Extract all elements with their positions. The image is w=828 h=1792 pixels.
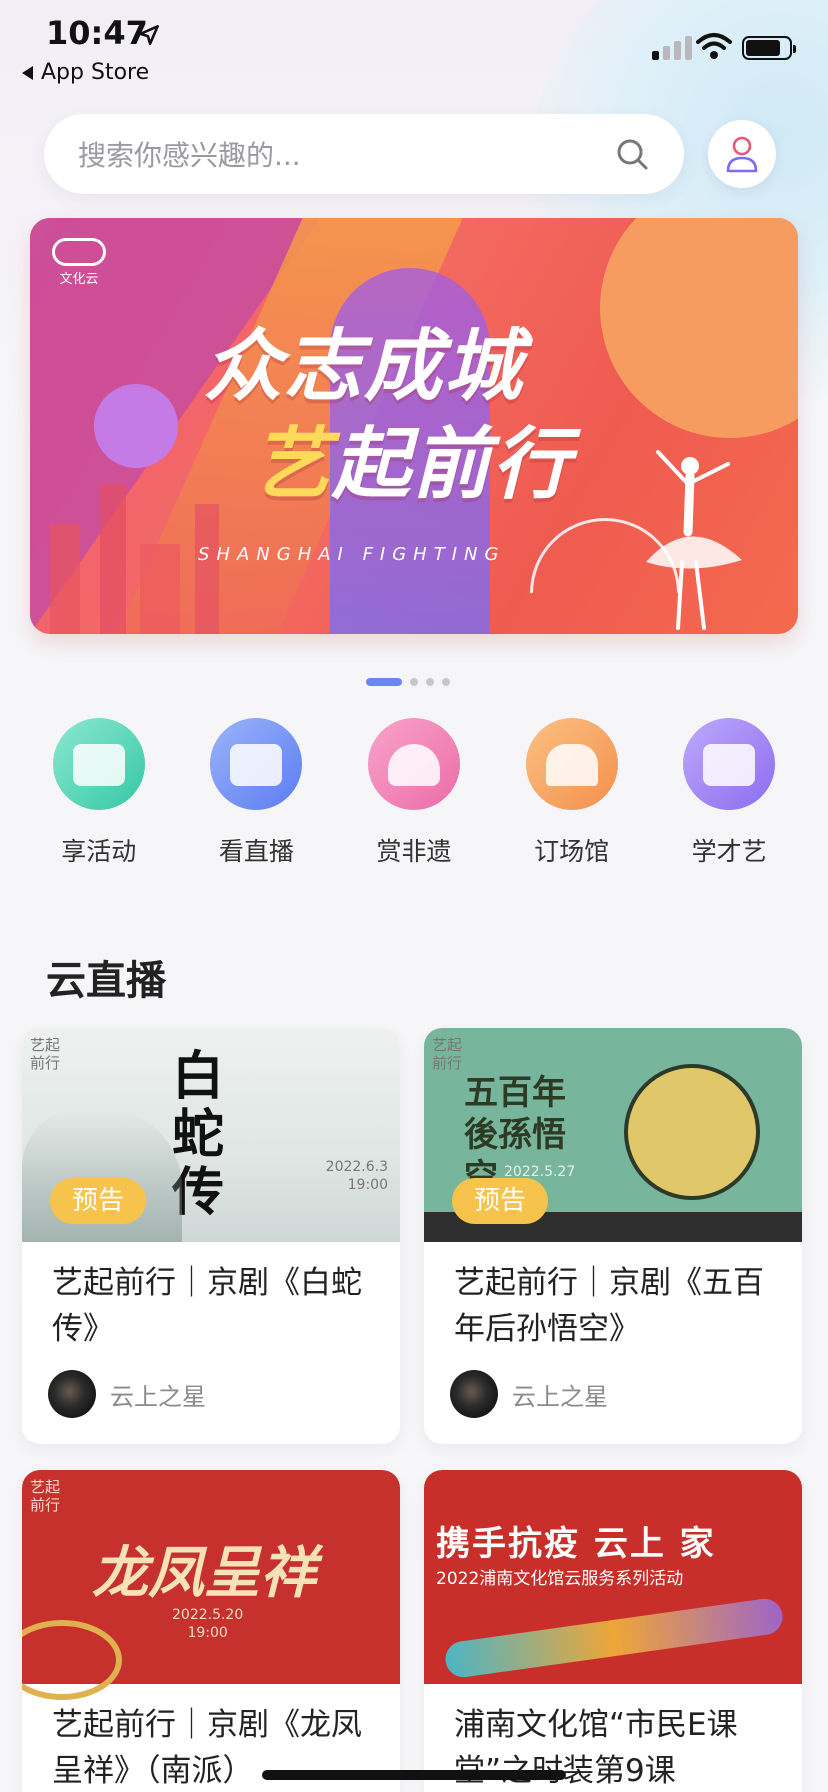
- status-badge: 预告: [50, 1178, 147, 1224]
- promo-banner[interactable]: 文化云 众志成城 艺起前行 SHANGHAI FIGHTING: [30, 218, 798, 634]
- ticket-icon: [52, 718, 145, 810]
- card-poster: 艺起前行 白蛇传 2022.6.3 19:00 预告: [22, 1028, 400, 1242]
- poster-date: 2022.5.20: [172, 1607, 244, 1623]
- entry-activities[interactable]: 享活动: [24, 718, 174, 868]
- status-bar: 10:47 App Store: [0, 0, 828, 92]
- profile-button[interactable]: [708, 120, 776, 188]
- card-author[interactable]: 云上之星: [22, 1352, 400, 1444]
- search-input[interactable]: 搜索你感兴趣的...: [78, 134, 614, 174]
- card-poster: 携手抗疫 云上 家 2022浦南文化馆云服务系列活动: [424, 1470, 802, 1684]
- entry-label: 看直播: [218, 837, 294, 866]
- home-indicator[interactable]: [262, 1770, 566, 1780]
- ballet-dancer-graphic: [646, 450, 742, 630]
- live-card[interactable]: 携手抗疫 云上 家 2022浦南文化馆云服务系列活动 浦南文化馆“市民E课堂”之…: [424, 1470, 802, 1792]
- section-title: 云直播: [46, 958, 166, 1004]
- poster-corner-mark: 艺起前行: [432, 1036, 463, 1072]
- poster-subtitle: 2022浦南文化馆云服务系列活动: [436, 1569, 684, 1589]
- poster-time: 19:00: [347, 1177, 388, 1193]
- wifi-icon: [696, 33, 732, 59]
- live-card[interactable]: 艺起前行 白蛇传 2022.6.3 19:00 预告 艺起前行｜京剧《白蛇传》 …: [22, 1028, 400, 1444]
- entry-learn[interactable]: 学才艺: [654, 718, 804, 868]
- back-app-label: App Store: [41, 60, 150, 85]
- entry-heritage[interactable]: 赏非遗: [339, 718, 489, 868]
- card-title[interactable]: 艺起前行｜京剧《五百年后孙悟空》: [424, 1242, 802, 1352]
- live-card[interactable]: 艺起前行 龙凤呈祥 2022.5.20 19:00 艺起前行｜京剧《龙凤呈祥》（…: [22, 1470, 400, 1792]
- card-poster: 艺起前行 五百年後孫悟空 2022.5.27 预告: [424, 1028, 802, 1242]
- author-name: 云上之星: [512, 1382, 608, 1411]
- location-arrow-icon: [139, 25, 159, 45]
- search-icon[interactable]: [614, 136, 650, 172]
- live-card[interactable]: 艺起前行 五百年後孫悟空 2022.5.27 预告 艺起前行｜京剧《五百年后孙悟…: [424, 1028, 802, 1444]
- search-bar[interactable]: 搜索你感兴趣的...: [44, 114, 684, 194]
- poster-time: 19:00: [187, 1625, 228, 1641]
- poster-headline: 携手抗疫 云上 家: [436, 1524, 716, 1564]
- temple-icon: [525, 718, 618, 810]
- live-screen-icon: [210, 718, 303, 810]
- page-dot[interactable]: [442, 678, 450, 686]
- poster-date: 2022.6.3: [325, 1159, 388, 1175]
- banner-title-line1: 众志成城: [204, 322, 525, 412]
- poster-corner-mark: 艺起前行: [30, 1478, 61, 1514]
- app-screen: 10:47 App Store 搜索你感兴趣的... 文化云 众志成城 艺起前行…: [0, 0, 828, 1792]
- poster-corner-mark: 艺起前行: [30, 1036, 61, 1072]
- user-icon: [726, 136, 758, 173]
- author-name: 云上之星: [110, 1382, 206, 1411]
- page-dot[interactable]: [410, 678, 418, 686]
- card-title[interactable]: 艺起前行｜京剧《白蛇传》: [22, 1242, 400, 1352]
- poster-illustration: [624, 1064, 760, 1200]
- card-poster: 艺起前行 龙凤呈祥 2022.5.20 19:00: [22, 1470, 400, 1700]
- entry-label: 享活动: [61, 837, 137, 866]
- entry-label: 赏非遗: [376, 837, 452, 866]
- back-triangle-icon: [22, 65, 33, 80]
- back-to-app-store[interactable]: App Store: [22, 60, 149, 85]
- tv-play-icon: [683, 718, 776, 810]
- brand-logo: 文化云: [52, 238, 106, 287]
- battery-icon: [742, 36, 796, 60]
- entry-venues[interactable]: 订场馆: [497, 718, 647, 868]
- entry-live[interactable]: 看直播: [181, 718, 331, 868]
- status-time: 10:47: [46, 14, 148, 52]
- cellular-signal-icon: [652, 34, 692, 60]
- banner-subtitle: SHANGHAI FIGHTING: [198, 544, 506, 565]
- status-badge: 预告: [452, 1178, 549, 1224]
- card-author[interactable]: 云上之星: [424, 1352, 802, 1444]
- banner-pagination: [366, 678, 450, 686]
- fan-icon: [367, 718, 460, 810]
- quick-entry-row: 享活动 看直播 赏非遗 订场馆 学才艺: [20, 718, 808, 868]
- avatar: [48, 1370, 96, 1418]
- avatar: [450, 1370, 498, 1418]
- page-dot[interactable]: [366, 678, 402, 686]
- page-dot[interactable]: [426, 678, 434, 686]
- entry-label: 订场馆: [534, 837, 610, 866]
- poster-title: 龙凤呈祥: [92, 1541, 316, 1606]
- banner-title-line2: 艺起前行: [252, 420, 573, 510]
- ribbon-graphic: [443, 1596, 785, 1680]
- entry-label: 学才艺: [691, 837, 767, 866]
- poster-title: 白蛇传: [172, 1047, 225, 1223]
